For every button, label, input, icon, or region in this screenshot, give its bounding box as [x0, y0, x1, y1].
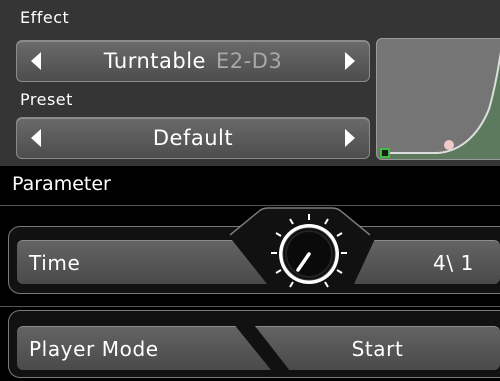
- effect-label: Effect: [20, 8, 70, 27]
- divider: [0, 306, 500, 307]
- preset-label: Preset: [20, 90, 73, 109]
- effect-range: E2-D3: [215, 49, 283, 73]
- player-mode-value: Start: [351, 336, 404, 361]
- player-mode-label: Player Mode: [29, 336, 159, 361]
- preset-name: Default: [152, 126, 234, 150]
- parameter-header: Parameter: [0, 166, 500, 204]
- player-mode-label-field: Player Mode: [17, 326, 271, 370]
- time-value-field[interactable]: 4\ 1: [354, 240, 500, 284]
- arrow-left-icon[interactable]: [23, 118, 49, 158]
- preset-value: Default: [53, 118, 333, 158]
- effect-name: Turntable: [103, 49, 206, 73]
- curve-anchor[interactable]: [380, 148, 390, 158]
- arrow-left-icon[interactable]: [23, 41, 49, 81]
- curve-point[interactable]: [444, 140, 454, 150]
- parameter-title: Parameter: [12, 173, 111, 195]
- effect-selector[interactable]: Turntable E2-D3: [16, 40, 370, 82]
- curve-area: [385, 57, 500, 159]
- knob-icon[interactable]: [268, 212, 350, 294]
- curve-plot: [380, 51, 500, 159]
- time-value: 4\ 1: [433, 250, 474, 275]
- arrow-right-icon[interactable]: [337, 118, 363, 158]
- time-label: Time: [29, 250, 81, 275]
- effect-value: Turntable E2-D3: [53, 41, 333, 81]
- player-mode-value-field[interactable]: Start: [255, 326, 500, 370]
- curve-graph[interactable]: [376, 38, 500, 160]
- preset-selector[interactable]: Default: [16, 117, 370, 159]
- arrow-right-icon[interactable]: [337, 41, 363, 81]
- time-label-field: Time: [17, 240, 267, 284]
